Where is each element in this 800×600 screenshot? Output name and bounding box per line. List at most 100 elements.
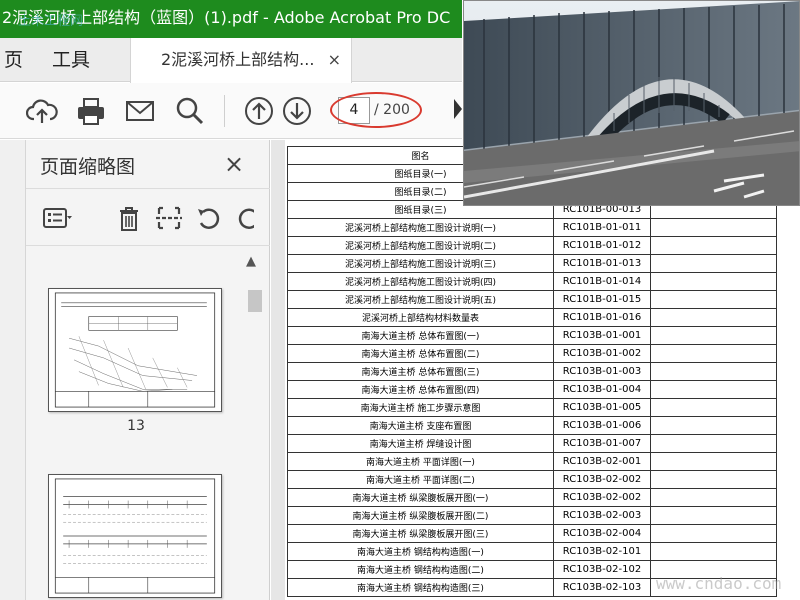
- more-tools-icon[interactable]: [454, 99, 462, 119]
- drawing-number-cell: RC103B-02-001: [553, 452, 651, 471]
- thumbnail-panel: 页面缩略图 × ▲ 13: [26, 140, 270, 600]
- table-cell: [650, 398, 777, 417]
- table-row: 南海大道主桥 支座布置图 RC103B-01-006: [287, 416, 777, 435]
- search-icon[interactable]: [174, 95, 206, 127]
- panel-toolbar: [26, 188, 270, 246]
- drawing-number-cell: RC101B-01-016: [553, 308, 651, 327]
- drawing-title-cell: 南海大道主桥 总体布置图(三): [287, 362, 554, 381]
- drawing-title-cell: 南海大道主桥 总体布置图(二): [287, 344, 554, 363]
- drawing-number-cell: RC103B-01-002: [553, 344, 651, 363]
- watermark-top: 土木工程网: [18, 14, 84, 29]
- table-cell: [650, 362, 777, 381]
- drawing-number-cell: RC103B-01-007: [553, 434, 651, 453]
- table-cell: [650, 434, 777, 453]
- left-navigation-strip: [0, 140, 26, 600]
- table-cell: [650, 308, 777, 327]
- document-tab[interactable]: 2泥溪河桥上部结构... ×: [130, 38, 352, 83]
- watermark-bottom: www.cndao.com: [656, 574, 782, 593]
- table-row: 南海大道主桥 纵梁腹板展开图(二) RC103B-02-003: [287, 506, 777, 525]
- options-icon[interactable]: [42, 203, 72, 233]
- table-row: 南海大道主桥 焊缝设计图 RC103B-01-007: [287, 434, 777, 453]
- table-cell: [650, 524, 777, 543]
- menu-tab-home[interactable]: 页: [4, 38, 23, 82]
- page-down-icon[interactable]: [281, 95, 313, 127]
- drawing-title-cell: 南海大道主桥 总体布置图(一): [287, 326, 554, 345]
- drawing-title-cell: 南海大道主桥 纵梁腹板展开图(三): [287, 524, 554, 543]
- drawing-title-cell: 泥溪河桥上部结构施工图设计说明(二): [287, 236, 554, 255]
- drawing-index-table: 图名 图纸目录(一) 图纸目录(二) 图纸目录(三) RC101B-00-013 泥溪河桥…: [287, 146, 777, 597]
- thumbnail-page-label: 13: [127, 418, 145, 434]
- table-cell: [650, 290, 777, 309]
- table-row: 泥溪河桥上部结构材料数量表 RC101B-01-016: [287, 308, 777, 327]
- document-view: 图名 图纸目录(一) 图纸目录(二) 图纸目录(三) RC101B-00-013 泥溪河桥…: [271, 140, 800, 600]
- table-cell: [650, 506, 777, 525]
- table-row: 南海大道主桥 纵梁腹板展开图(三) RC103B-02-004: [287, 524, 777, 543]
- page-thumbnail[interactable]: [48, 474, 222, 598]
- delete-icon[interactable]: [114, 203, 144, 233]
- drawing-number-cell: RC103B-02-102: [553, 560, 651, 579]
- table-cell: [650, 326, 777, 345]
- document-tab-label: 2泥溪河桥上部结构...: [161, 50, 315, 69]
- table-cell: [650, 236, 777, 255]
- drawing-title-cell: 南海大道主桥 总体布置图(四): [287, 380, 554, 399]
- table-row: 泥溪河桥上部结构施工图设计说明(一) RC101B-01-011: [287, 218, 777, 237]
- page-thumbnail[interactable]: [48, 288, 222, 412]
- table-row: 南海大道主桥 总体布置图(一) RC103B-01-001: [287, 326, 777, 345]
- table-cell: [650, 218, 777, 237]
- drawing-title-cell: 南海大道主桥 支座布置图: [287, 416, 554, 435]
- undo-icon[interactable]: [194, 203, 224, 233]
- table-row: 泥溪河桥上部结构施工图设计说明(五) RC101B-01-015: [287, 290, 777, 309]
- drawing-title-cell: 南海大道主桥 施工步骤示意图: [287, 398, 554, 417]
- drawing-title-cell: 南海大道主桥 钢结构构造图(三): [287, 578, 554, 597]
- pdf-page: 图名 图纸目录(一) 图纸目录(二) 图纸目录(三) RC101B-00-013 泥溪河桥…: [285, 140, 800, 600]
- drawing-number-cell: RC103B-01-005: [553, 398, 651, 417]
- panel-title: 页面缩略图: [40, 156, 136, 178]
- drawing-title-cell: 泥溪河桥上部结构施工图设计说明(三): [287, 254, 554, 273]
- close-panel-icon[interactable]: ×: [224, 150, 244, 178]
- drawing-number-cell: RC103B-02-002: [553, 470, 651, 489]
- drawing-number-cell: RC101B-01-015: [553, 290, 651, 309]
- table-row: 南海大道主桥 总体布置图(四) RC103B-01-004: [287, 380, 777, 399]
- drawing-number-cell: RC101B-01-011: [553, 218, 651, 237]
- drawing-number-cell: RC103B-01-003: [553, 362, 651, 381]
- drawing-number-cell: RC103B-02-101: [553, 542, 651, 561]
- close-tab-icon[interactable]: ×: [328, 38, 341, 82]
- table-row: 泥溪河桥上部结构施工图设计说明(四) RC101B-01-014: [287, 272, 777, 291]
- table-cell: [650, 272, 777, 291]
- scroll-up-icon[interactable]: ▲: [246, 254, 256, 269]
- table-cell: [650, 488, 777, 507]
- page-up-icon[interactable]: [243, 95, 275, 127]
- drawing-number-cell: RC103B-01-004: [553, 380, 651, 399]
- drawing-number-cell: RC101B-01-012: [553, 236, 651, 255]
- extract-icon[interactable]: [154, 203, 184, 233]
- table-row: 南海大道主桥 总体布置图(三) RC103B-01-003: [287, 362, 777, 381]
- drawing-number-cell: RC101B-01-014: [553, 272, 651, 291]
- mail-icon[interactable]: [124, 95, 156, 127]
- table-cell: [650, 452, 777, 471]
- drawing-number-cell: RC103B-02-004: [553, 524, 651, 543]
- table-row: 南海大道主桥 纵梁腹板展开图(一) RC103B-02-002: [287, 488, 777, 507]
- toolbar-separator: [224, 95, 225, 127]
- bridge-photo: [463, 0, 800, 206]
- table-cell: [650, 470, 777, 489]
- tab-bar: 页 工具 2泥溪河桥上部结构... ×: [0, 38, 462, 83]
- page-number-annotation: [330, 92, 422, 128]
- menu-tab-tools[interactable]: 工具: [52, 38, 90, 82]
- cloud-upload-icon[interactable]: [26, 95, 58, 127]
- drawing-title-cell: 泥溪河桥上部结构施工图设计说明(一): [287, 218, 554, 237]
- table-row: 南海大道主桥 平面详图(一) RC103B-02-001: [287, 452, 777, 471]
- drawing-title-cell: 南海大道主桥 钢结构构造图(二): [287, 560, 554, 579]
- drawing-title-cell: 南海大道主桥 纵梁腹板展开图(一): [287, 488, 554, 507]
- drawing-title-cell: 南海大道主桥 焊缝设计图: [287, 434, 554, 453]
- table-cell: [650, 380, 777, 399]
- drawing-title-cell: 南海大道主桥 平面详图(二): [287, 470, 554, 489]
- redo-icon[interactable]: [234, 203, 254, 233]
- drawing-title-cell: 南海大道主桥 钢结构构造图(一): [287, 542, 554, 561]
- table-row: 泥溪河桥上部结构施工图设计说明(三) RC101B-01-013: [287, 254, 777, 273]
- print-icon[interactable]: [75, 95, 107, 127]
- table-cell: [650, 344, 777, 363]
- drawing-number-cell: RC103B-01-001: [553, 326, 651, 345]
- table-row: 南海大道主桥 总体布置图(二) RC103B-01-002: [287, 344, 777, 363]
- table-cell: [650, 254, 777, 273]
- thumbnail-scrollbar[interactable]: [248, 290, 262, 312]
